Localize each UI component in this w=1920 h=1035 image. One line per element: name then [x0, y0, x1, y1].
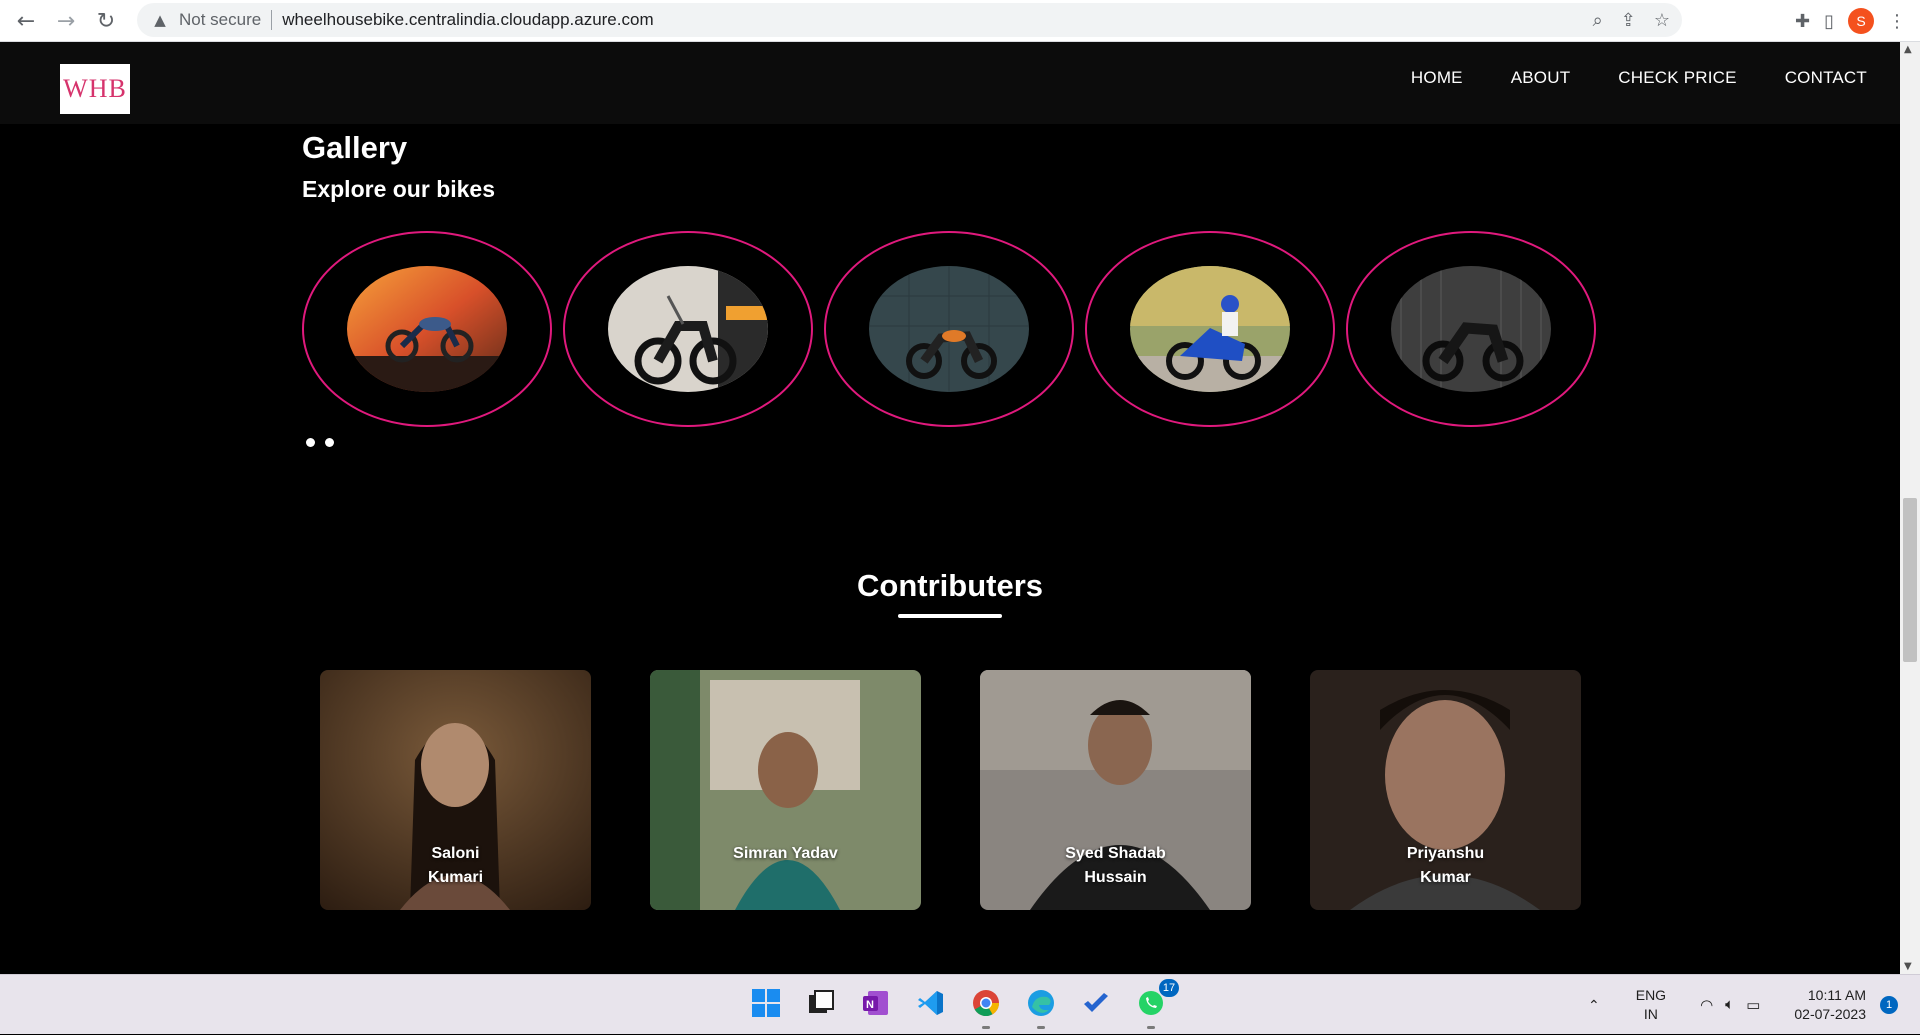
contributor-photo: [650, 670, 921, 910]
site-header: WHB HOME ABOUT CHECK PRICE CONTACT: [0, 42, 1900, 124]
vscode-icon[interactable]: [913, 985, 949, 1021]
chrome-icon[interactable]: [968, 985, 1004, 1029]
battery-icon[interactable]: ▭: [1746, 996, 1760, 1014]
volume-icon[interactable]: 🔈︎: [1725, 996, 1734, 1014]
bookmark-star-icon[interactable]: ☆: [1654, 10, 1670, 31]
chevron-up-icon[interactable]: ⌃: [1588, 997, 1600, 1014]
extensions-icon[interactable]: ✚: [1795, 11, 1810, 32]
contributor-name: Saloni Kumari: [427, 845, 484, 886]
gallery-item[interactable]: [1346, 231, 1596, 427]
bike-photo: [608, 266, 768, 392]
nav-contact[interactable]: CONTACT: [1785, 68, 1867, 88]
carousel-dots: [306, 438, 334, 447]
zoom-icon[interactable]: ⌕: [1593, 10, 1603, 31]
forward-icon[interactable]: →: [46, 1, 86, 41]
gallery-subtitle: Explore our bikes: [302, 176, 496, 202]
share-icon[interactable]: ⇪: [1621, 10, 1636, 31]
contributor-card[interactable]: Simran Yadav: [650, 670, 921, 910]
contributor-card[interactable]: Saloni Kumari: [320, 670, 591, 910]
profile-avatar[interactable]: S: [1848, 8, 1874, 34]
logo-text: WHB: [63, 74, 127, 103]
running-indicator: [1037, 1026, 1045, 1029]
nav-check-price[interactable]: CHECK PRICE: [1618, 68, 1736, 88]
edge-icon[interactable]: [1023, 985, 1059, 1029]
warning-icon[interactable]: ▲: [151, 11, 169, 29]
carousel-dot[interactable]: [325, 438, 334, 447]
contributor-card[interactable]: Priyanshu Kumar: [1310, 670, 1581, 910]
gallery-item[interactable]: [563, 231, 813, 427]
side-panel-icon[interactable]: ▯: [1824, 11, 1834, 32]
back-icon[interactable]: ←: [6, 1, 46, 41]
running-indicator: [1147, 1026, 1155, 1029]
system-tray: ⌃ ENG IN ◠ 🔈︎ ▭ 10:11 AM 02-07-2023 1: [1588, 975, 1920, 1035]
nav-about[interactable]: ABOUT: [1511, 68, 1571, 88]
nav-home[interactable]: HOME: [1411, 68, 1463, 88]
contributor-card[interactable]: Syed Shadab Hussain: [980, 670, 1251, 910]
bike-photo: [1130, 266, 1290, 392]
site-logo[interactable]: WHB: [60, 64, 130, 114]
taskbar: N 17 ⌃ ENG IN ◠ 🔈︎ ▭ 10:11 AM 02-07-2023…: [0, 974, 1920, 1034]
reload-icon[interactable]: ↻: [86, 1, 126, 41]
contributor-name: Simran Yadav: [733, 845, 838, 862]
language-indicator[interactable]: ENG IN: [1636, 986, 1666, 1024]
whatsapp-icon[interactable]: 17: [1133, 979, 1179, 1029]
menu-kebab-icon[interactable]: ⋮: [1888, 11, 1906, 32]
notification-count-badge[interactable]: 1: [1880, 996, 1898, 1014]
bike-photo: [1391, 266, 1551, 392]
clock[interactable]: 10:11 AM 02-07-2023: [1794, 986, 1866, 1024]
gallery-item[interactable]: [824, 231, 1074, 427]
svg-text:N: N: [866, 999, 874, 1011]
task-view-icon[interactable]: [803, 985, 839, 1021]
contributor-name: Priyanshu Kumar: [1406, 845, 1485, 886]
scroll-up-arrow-icon[interactable]: ▲: [1904, 44, 1912, 55]
windows-start-icon[interactable]: [748, 985, 784, 1021]
web-page: WHB HOME ABOUT CHECK PRICE CONTACT Galle…: [0, 42, 1900, 974]
todo-icon[interactable]: [1078, 985, 1114, 1021]
carousel-dot[interactable]: [306, 438, 315, 447]
onenote-icon[interactable]: N: [858, 985, 894, 1021]
notification-badge: 17: [1159, 979, 1179, 997]
page-scrollbar[interactable]: ▲ ▼: [1900, 42, 1920, 974]
wifi-icon[interactable]: ◠: [1700, 996, 1713, 1014]
divider: [271, 10, 273, 30]
main-nav: HOME ABOUT CHECK PRICE CONTACT: [1411, 68, 1867, 88]
gallery-item[interactable]: [1085, 231, 1335, 427]
gallery-item[interactable]: [302, 231, 552, 427]
contributor-name: Syed Shadab Hussain: [1065, 845, 1166, 886]
contributors-title: Contributers: [857, 568, 1043, 603]
scroll-down-arrow-icon[interactable]: ▼: [1904, 961, 1912, 972]
address-bar[interactable]: ▲ Not secure wheelhousebike.centralindia…: [137, 3, 1682, 37]
browser-toolbar: ← → ↻ ▲ Not secure wheelhousebike.centra…: [0, 0, 1920, 42]
security-label[interactable]: Not secure: [179, 10, 261, 30]
scroll-thumb[interactable]: [1903, 498, 1917, 662]
title-underline: [898, 614, 1002, 618]
gallery-title: Gallery: [302, 130, 408, 165]
url-text[interactable]: wheelhousebike.centralindia.cloudapp.azu…: [282, 10, 653, 30]
running-indicator: [982, 1026, 990, 1029]
bike-photo: [347, 266, 507, 392]
bike-photo: [869, 266, 1029, 392]
